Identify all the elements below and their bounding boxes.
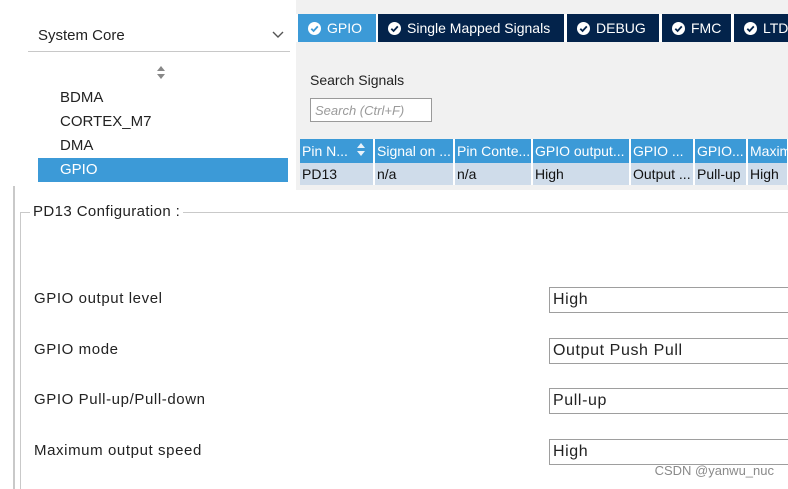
param-row-max-speed: Maximum output speed High <box>0 439 788 465</box>
table-cell: Output ... <box>630 163 695 185</box>
category-dropdown[interactable]: System Core <box>28 20 290 52</box>
column-header-pin-context[interactable]: Pin Conte... <box>454 139 533 163</box>
check-circle-icon <box>388 21 401 35</box>
check-circle-icon <box>577 21 590 35</box>
table-row[interactable]: PD13 n/a n/a High Output ... Pull-up Hig… <box>300 163 788 185</box>
table-cell: PD13 <box>300 163 375 185</box>
param-label: GPIO Pull-up/Pull-down <box>34 391 206 408</box>
configuration-title: PD13 Configuration : <box>30 203 184 220</box>
column-header-pin-name[interactable]: Pin N... <box>300 139 375 163</box>
tab-ltdc[interactable]: LTDC <box>734 14 788 42</box>
param-row-pull: GPIO Pull-up/Pull-down Pull-up <box>0 388 788 414</box>
signal-table: Pin N... Signal on ... Pin Conte... GPIO… <box>300 139 788 185</box>
tab-single-mapped-signals[interactable]: Single Mapped Signals <box>378 14 564 42</box>
column-header-maximum-speed[interactable]: Maxim <box>747 139 788 163</box>
tab-label: GPIO <box>327 20 363 36</box>
param-row-output-level: GPIO output level High <box>0 287 788 313</box>
table-cell: Pull-up <box>694 163 748 185</box>
peripheral-item-gpio[interactable]: GPIO <box>38 158 288 182</box>
table-cell: High <box>532 163 631 185</box>
table-cell: n/a <box>454 163 533 185</box>
column-header-gpio-output-level[interactable]: GPIO output... <box>532 139 631 163</box>
signals-panel: GPIO Single Mapped Signals DEBUG FMC LTD… <box>296 0 788 190</box>
tab-label: Single Mapped Signals <box>407 20 551 36</box>
tab-gpio[interactable]: GPIO <box>298 14 376 42</box>
peripheral-item-bdma[interactable]: BDMA <box>38 86 288 110</box>
tab-fmc[interactable]: FMC <box>662 14 731 42</box>
tab-debug[interactable]: DEBUG <box>567 14 659 42</box>
chevron-down-icon <box>272 31 284 38</box>
tab-bar: GPIO Single Mapped Signals DEBUG FMC LTD… <box>296 14 788 42</box>
watermark: CSDN @yanwu_nuc <box>654 463 774 478</box>
peripheral-list: BDMA CORTEX_M7 DMA GPIO <box>38 86 288 182</box>
tab-label: FMC <box>691 20 722 36</box>
peripheral-item-cortex-m7[interactable]: CORTEX_M7 <box>38 110 288 134</box>
check-circle-icon <box>744 21 757 35</box>
param-label: GPIO output level <box>34 290 163 307</box>
param-label: Maximum output speed <box>34 442 202 459</box>
max-speed-select[interactable]: High <box>549 439 788 465</box>
category-dropdown-label: System Core <box>38 27 125 44</box>
check-circle-icon <box>672 21 685 35</box>
param-label: GPIO mode <box>34 341 119 358</box>
column-header-gpio-mode[interactable]: GPIO ... <box>630 139 695 163</box>
table-header-row: Pin N... Signal on ... Pin Conte... GPIO… <box>300 139 788 163</box>
column-header-signal-on-pin[interactable]: Signal on ... <box>374 139 455 163</box>
sort-arrows-icon <box>357 143 365 157</box>
tab-label: LTDC <box>763 20 788 36</box>
column-header-gpio-pull[interactable]: GPIO... <box>694 139 748 163</box>
sort-arrows-icon[interactable] <box>156 66 166 80</box>
peripheral-item-dma[interactable]: DMA <box>38 134 288 158</box>
search-input[interactable] <box>310 98 432 122</box>
search-label: Search Signals <box>310 72 405 88</box>
tab-label: DEBUG <box>596 20 646 36</box>
gpio-mode-select[interactable]: Output Push Pull <box>549 338 788 364</box>
pull-up-down-select[interactable]: Pull-up <box>549 388 788 414</box>
param-row-gpio-mode: GPIO mode Output Push Pull <box>0 338 788 364</box>
peripheral-panel: System Core BDMA CORTEX_M7 DMA GPIO <box>0 0 296 186</box>
table-cell: High <box>747 163 788 185</box>
table-cell: n/a <box>374 163 455 185</box>
output-level-select[interactable]: High <box>549 287 788 313</box>
check-circle-icon <box>308 21 321 35</box>
